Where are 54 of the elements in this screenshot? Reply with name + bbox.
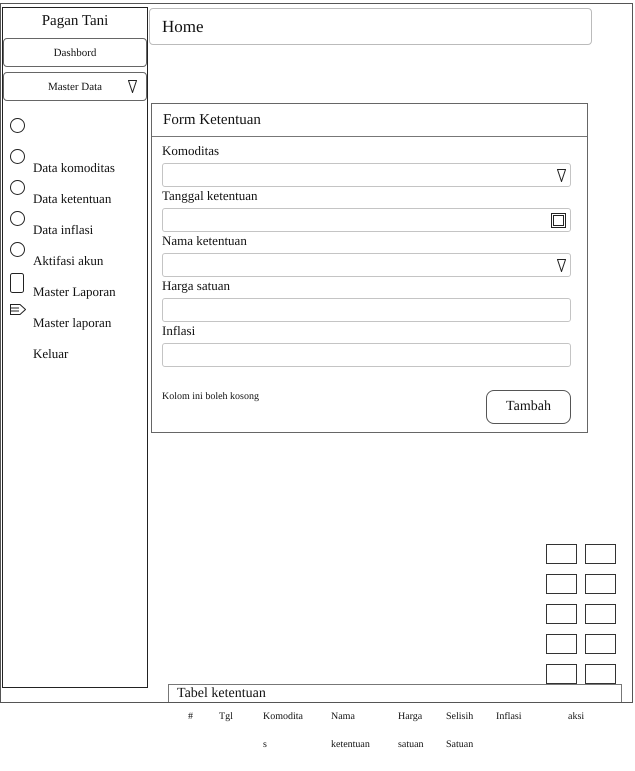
form-title: Form Ketentuan bbox=[163, 111, 261, 129]
app-title: Pagan Tani bbox=[42, 12, 108, 30]
arrow-icon bbox=[10, 304, 26, 315]
square-icon bbox=[551, 212, 566, 228]
field-label: Tanggal ketentuan bbox=[162, 188, 258, 204]
field-label: Nama ketentuan bbox=[162, 233, 247, 249]
action-button[interactable] bbox=[585, 544, 616, 564]
circle-icon bbox=[10, 180, 25, 195]
column-header: Komoditas bbox=[263, 710, 304, 752]
page-icon bbox=[10, 273, 24, 293]
nav-button[interactable]: Dashbord bbox=[3, 38, 147, 67]
menu-item[interactable]: Data ketentuan bbox=[33, 190, 112, 211]
menu-item[interactable]: Master Laporan bbox=[33, 283, 116, 304]
action-button[interactable] bbox=[546, 574, 577, 594]
menu-item[interactable]: Aktifasi akun bbox=[33, 252, 104, 273]
column-header: Tgl bbox=[219, 710, 233, 724]
circle-icon bbox=[10, 118, 25, 133]
field-label: Komoditas bbox=[162, 143, 220, 159]
circle-icon bbox=[10, 149, 25, 164]
select-field[interactable] bbox=[162, 253, 571, 277]
column-header: Selisih Satuan bbox=[446, 710, 474, 752]
input-field[interactable] bbox=[162, 343, 571, 367]
action-button[interactable] bbox=[546, 544, 577, 564]
add-button[interactable]: Tambah bbox=[486, 390, 571, 424]
action-button[interactable] bbox=[546, 604, 577, 624]
circle-icon bbox=[10, 242, 25, 257]
caret-icon bbox=[557, 258, 566, 272]
column-header: aksi bbox=[568, 710, 584, 724]
action-button[interactable] bbox=[546, 664, 577, 684]
page-title: Home bbox=[162, 16, 204, 36]
nav-button[interactable]: Master Data bbox=[3, 72, 147, 101]
column-header: Inflasi bbox=[496, 710, 522, 724]
action-button[interactable] bbox=[585, 664, 616, 684]
select-field[interactable] bbox=[162, 163, 571, 187]
hint-text: Kolom ini boleh kosong bbox=[162, 391, 259, 403]
column-header: # bbox=[188, 710, 193, 724]
field-label: Harga satuan bbox=[162, 278, 230, 294]
circle-icon bbox=[10, 211, 25, 226]
table-title: Tabel ketentuan bbox=[177, 686, 266, 702]
action-button[interactable] bbox=[585, 604, 616, 624]
caret-icon bbox=[557, 168, 566, 182]
menu-item[interactable]: Keluar bbox=[33, 345, 68, 366]
caret-icon bbox=[128, 80, 137, 93]
action-button[interactable] bbox=[585, 634, 616, 654]
action-button[interactable] bbox=[546, 634, 577, 654]
date-field[interactable] bbox=[162, 208, 571, 232]
menu-item[interactable]: Master laporan bbox=[33, 314, 112, 335]
input-field[interactable] bbox=[162, 298, 571, 322]
field-label: Inflasi bbox=[162, 323, 196, 339]
column-header: Nama ketentuan bbox=[331, 710, 371, 752]
menu-item[interactable]: Data inflasi bbox=[33, 221, 94, 242]
menu-item[interactable]: Data komoditas bbox=[33, 159, 115, 180]
column-header: Harga satuan bbox=[398, 710, 425, 752]
action-button[interactable] bbox=[585, 574, 616, 594]
